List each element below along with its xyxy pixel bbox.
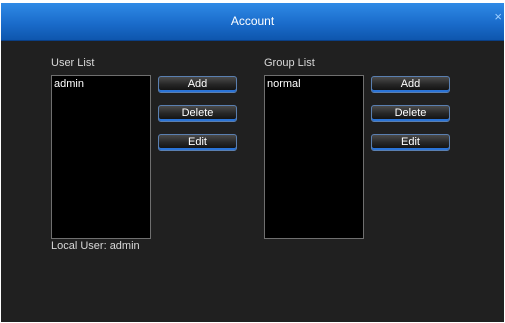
account-dialog: Account × User List admin Add Delete Edi… <box>1 3 504 322</box>
edit-group-button[interactable]: Edit <box>371 134 450 151</box>
title-bar: Account × <box>1 3 504 41</box>
add-group-button[interactable]: Add <box>371 76 450 93</box>
user-listbox[interactable]: admin <box>51 75 151 239</box>
add-user-button[interactable]: Add <box>158 76 237 93</box>
delete-user-button[interactable]: Delete <box>158 105 237 122</box>
edit-user-button[interactable]: Edit <box>158 134 237 151</box>
group-list-item[interactable]: normal <box>265 76 363 91</box>
user-list-label: User List <box>51 57 95 69</box>
user-list-item[interactable]: admin <box>52 76 150 91</box>
group-listbox[interactable]: normal <box>264 75 364 239</box>
close-icon[interactable]: × <box>494 10 502 23</box>
delete-group-button[interactable]: Delete <box>371 105 450 122</box>
local-user-status: Local User: admin <box>51 240 140 252</box>
group-list-label: Group List <box>264 57 315 69</box>
window-title: Account <box>230 14 275 28</box>
